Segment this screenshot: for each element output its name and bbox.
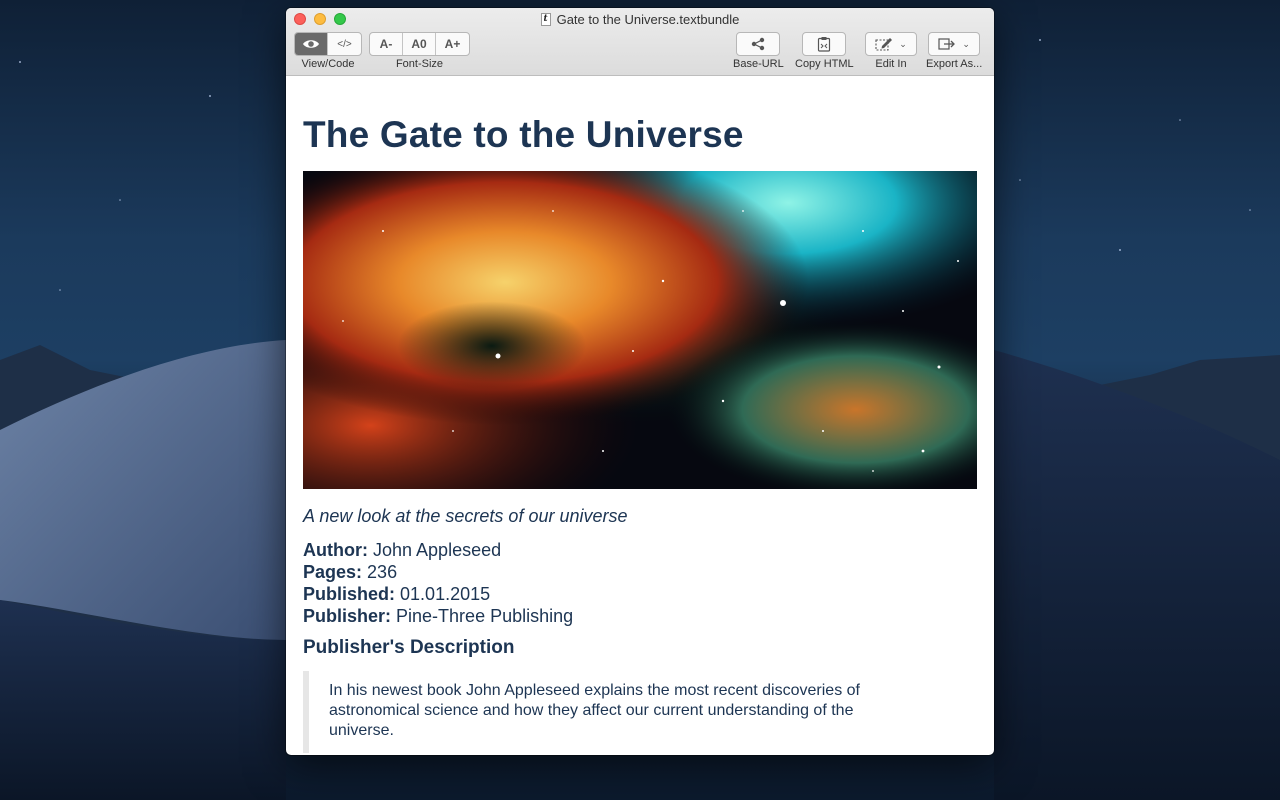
font-size-decrease-button[interactable]: A- xyxy=(370,33,403,55)
meta-value: 01.01.2015 xyxy=(400,584,491,604)
code-icon: </> xyxy=(337,38,352,50)
export-as-group: ⌄ Export As... xyxy=(926,32,982,70)
description-blockquote: In his newest book John Appleseed explai… xyxy=(303,671,903,753)
meta-value: John Appleseed xyxy=(373,540,502,560)
chevron-down-icon: ⌄ xyxy=(962,38,970,49)
edit-icon xyxy=(875,38,893,51)
meta-value: 236 xyxy=(367,562,398,582)
book-metadata: Author: John Appleseed Pages: 236 Publis… xyxy=(303,539,977,627)
eye-icon xyxy=(303,40,319,48)
edit-in-group: ⌄ Edit In xyxy=(865,32,917,70)
font-reset-icon: A0 xyxy=(411,37,427,51)
document-title: The Gate to the Universe xyxy=(303,114,744,155)
meta-publisher: Publisher: Pine-Three Publishing xyxy=(303,605,977,627)
font-size-reset-button[interactable]: A0 xyxy=(403,33,436,55)
font-increase-icon: A+ xyxy=(444,37,461,51)
view-code-group: </> View/Code xyxy=(294,32,362,70)
nebula-image xyxy=(303,171,977,489)
base-url-group: Base-URL xyxy=(733,32,784,70)
title-bar: t Gate to the Universe.textbundle </> Vi… xyxy=(286,8,994,76)
view-mode-button[interactable] xyxy=(295,33,328,55)
meta-key: Published: xyxy=(303,584,396,604)
export-as-label: Export As... xyxy=(926,58,983,70)
meta-key: Author: xyxy=(303,540,368,560)
document-preview: The Gate to the Universe A new look at t… xyxy=(286,76,994,753)
view-code-label: View/Code xyxy=(301,58,355,70)
meta-author: Author: John Appleseed xyxy=(303,539,977,561)
font-size-segment: A- A0 A+ xyxy=(369,32,470,56)
export-as-button[interactable]: ⌄ xyxy=(928,32,981,56)
font-size-increase-button[interactable]: A+ xyxy=(436,33,469,55)
document-subtitle: A new look at the secrets of our univers… xyxy=(303,506,628,526)
copy-html-label: Copy HTML xyxy=(795,58,854,70)
share-icon xyxy=(752,37,765,51)
meta-value: Pine-Three Publishing xyxy=(396,606,574,626)
code-mode-button[interactable]: </> xyxy=(328,33,361,55)
meta-pages: Pages: 236 xyxy=(303,561,977,583)
export-icon xyxy=(938,38,956,50)
section-heading: Publisher's Description xyxy=(303,637,515,658)
meta-key: Pages: xyxy=(303,562,363,582)
copy-html-group: Copy HTML xyxy=(795,32,854,70)
edit-in-button[interactable]: ⌄ xyxy=(865,32,917,56)
meta-published: Published: 01.01.2015 xyxy=(303,583,977,605)
clipboard-icon xyxy=(818,37,831,52)
edit-in-label: Edit In xyxy=(875,58,907,70)
view-code-segment: </> xyxy=(294,32,362,56)
base-url-label: Base-URL xyxy=(733,58,784,70)
base-url-button[interactable] xyxy=(736,32,781,56)
font-size-group: A- A0 A+ Font-Size xyxy=(369,32,470,70)
chevron-down-icon: ⌄ xyxy=(899,38,907,49)
window-title-text: Gate to the Universe.textbundle xyxy=(556,12,740,27)
app-window: t Gate to the Universe.textbundle </> Vi… xyxy=(286,8,994,755)
window-title: t Gate to the Universe.textbundle xyxy=(286,12,994,27)
font-decrease-icon: A- xyxy=(379,37,393,51)
copy-html-button[interactable] xyxy=(802,32,847,56)
font-size-label: Font-Size xyxy=(395,58,444,70)
meta-key: Publisher: xyxy=(303,606,392,626)
document-icon: t xyxy=(540,13,551,26)
